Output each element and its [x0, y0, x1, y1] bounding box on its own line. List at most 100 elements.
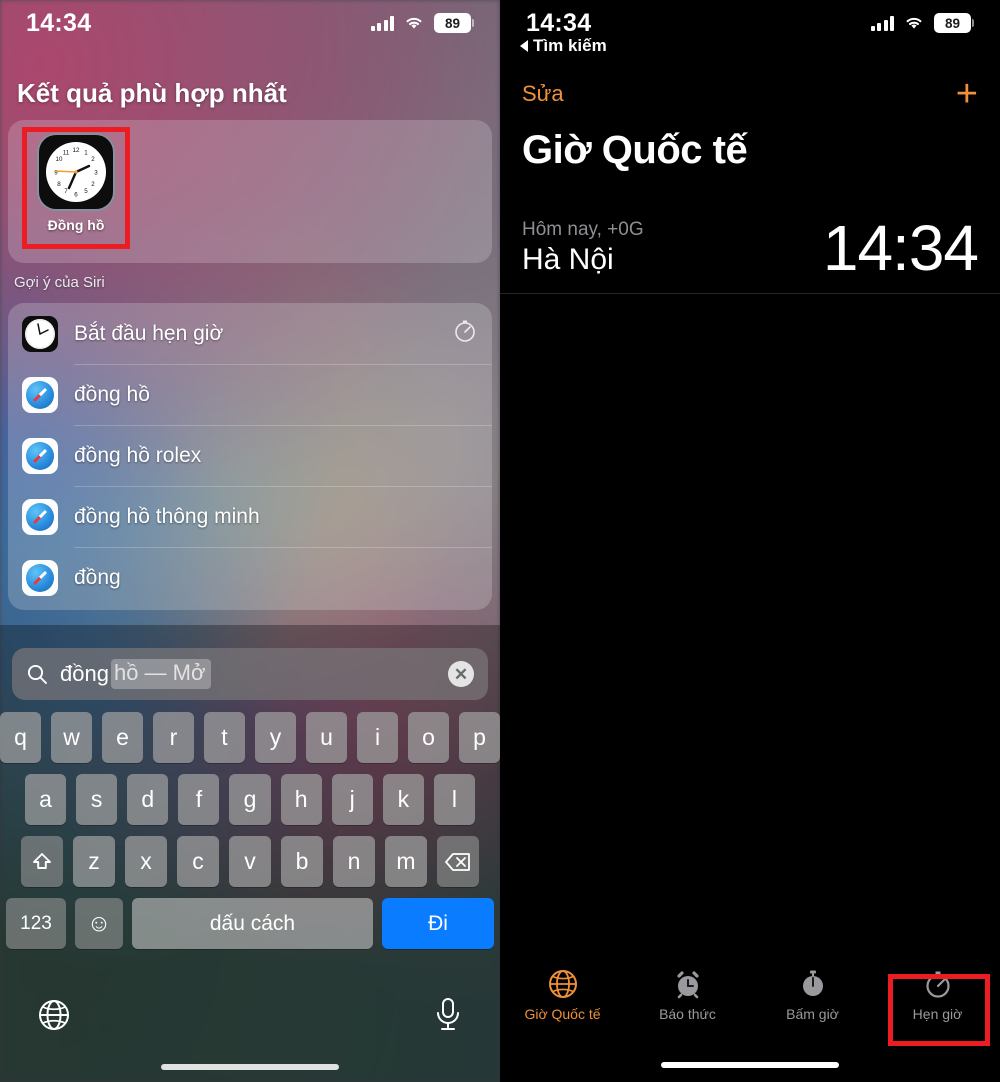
alarm-clock-icon: [676, 971, 699, 999]
siri-suggestions-card: Bắt đầu hẹn giờ đồng hồ đồng hồ rolex đồ…: [8, 303, 492, 610]
key-o[interactable]: o: [408, 712, 449, 763]
wifi-icon: [406, 17, 422, 29]
keyboard-bottom-bar: [0, 984, 500, 1082]
key-m[interactable]: m: [385, 836, 427, 887]
tab-label: Báo thức: [659, 1006, 716, 1022]
page-title: Giờ Quốc tế: [522, 128, 748, 172]
clock-row-time: 14:34: [822, 211, 979, 284]
shift-icon[interactable]: [21, 836, 63, 887]
key-v[interactable]: v: [229, 836, 271, 887]
clock-app-icon: [22, 315, 58, 352]
key-s[interactable]: s: [76, 774, 118, 825]
cellular-bars-icon: [370, 15, 394, 31]
search-input-value: đồng hồ — Mở: [60, 659, 212, 689]
keyboard-row-1: q w e r t y u i o p: [0, 712, 500, 763]
key-l[interactable]: l: [433, 774, 475, 825]
key-y[interactable]: y: [255, 712, 296, 763]
clock-navbar: Sửa +: [500, 72, 1000, 116]
search-icon: [27, 664, 47, 684]
status-bar-indicators: 89: [870, 13, 974, 33]
right-panel-clock-app: 14:34 89 Tìm kiếm Sửa + Giờ Quốc tế Hôm …: [500, 0, 1000, 1082]
key-w[interactable]: w: [51, 712, 92, 763]
list-item[interactable]: đồng hồ: [8, 364, 492, 425]
siri-suggestions-label: Gợi ý của Siri: [14, 274, 105, 291]
table-row[interactable]: Hôm nay, +0G Hà Nội 14:34: [500, 202, 1000, 294]
key-f[interactable]: f: [178, 774, 220, 825]
clock-row-info: Hôm nay, +0G Hà Nội: [522, 219, 644, 277]
battery-percent: 89: [934, 13, 971, 33]
onscreen-keyboard: q w e r t y u i o p a s d f g h j k l z …: [0, 712, 500, 982]
tab-alarm[interactable]: Báo thức: [625, 956, 750, 1034]
globe-icon: [548, 970, 577, 998]
list-item-label: đồng hồ thông minh: [74, 504, 260, 528]
highlight-box-clock-app: [22, 127, 130, 249]
emoji-icon[interactable]: ☺: [75, 898, 123, 949]
safari-icon: [22, 437, 58, 474]
key-u[interactable]: u: [306, 712, 347, 763]
status-bar-time: 14:34: [526, 8, 592, 37]
search-input[interactable]: đồng hồ — Mở ✕: [12, 648, 488, 700]
key-g[interactable]: g: [229, 774, 271, 825]
battery-indicator: 89: [934, 13, 974, 33]
microphone-icon[interactable]: [433, 996, 463, 1039]
key-b[interactable]: b: [281, 836, 323, 887]
space-key[interactable]: dấu cách: [132, 898, 373, 949]
key-p[interactable]: p: [459, 712, 500, 763]
battery-percent: 89: [434, 13, 471, 33]
key-c[interactable]: c: [177, 836, 219, 887]
home-indicator: [161, 1064, 339, 1070]
tab-world-clock[interactable]: Giờ Quốc tế: [500, 956, 625, 1034]
tab-label: Bấm giờ: [786, 1006, 839, 1022]
left-panel-spotlight-search: 14:34 89 Kết quả phù hợp nhất 12 1 2 3 2…: [0, 0, 500, 1082]
backspace-icon[interactable]: [437, 836, 479, 887]
keyboard-row-2: a s d f g h j k l: [0, 774, 500, 825]
key-t[interactable]: t: [204, 712, 245, 763]
stopwatch-icon: [802, 970, 823, 996]
key-k[interactable]: k: [382, 774, 424, 825]
search-typed-text: đồng: [60, 661, 109, 686]
list-item-label: đồng hồ: [74, 382, 150, 406]
keyboard-row-4: 123 ☺ dấu cách Đi: [0, 898, 500, 949]
tab-label: Giờ Quốc tế: [524, 1006, 601, 1022]
safari-icon: [22, 498, 58, 535]
go-key[interactable]: Đi: [382, 898, 494, 949]
search-completion-text: hồ — Mở: [110, 659, 212, 689]
list-item[interactable]: đồng hồ rolex: [8, 425, 492, 486]
key-r[interactable]: r: [153, 712, 194, 763]
key-i[interactable]: i: [357, 712, 398, 763]
chevron-left-icon: [520, 40, 528, 52]
home-indicator: [661, 1062, 839, 1068]
globe-icon[interactable]: [37, 998, 71, 1037]
safari-icon: [22, 376, 58, 413]
plus-icon[interactable]: +: [956, 75, 978, 113]
key-e[interactable]: e: [102, 712, 143, 763]
key-d[interactable]: d: [127, 774, 169, 825]
back-to-search-link[interactable]: Tìm kiếm: [520, 36, 607, 56]
tab-stopwatch[interactable]: Bấm giờ: [750, 956, 875, 1034]
numbers-key[interactable]: 123: [6, 898, 66, 949]
timer-icon: [452, 318, 478, 349]
status-bar: 14:34 89: [0, 0, 500, 46]
safari-icon: [22, 559, 58, 596]
keyboard-row-3: z x c v b n m: [0, 836, 500, 887]
clock-row-offset: Hôm nay, +0G: [522, 218, 644, 240]
key-q[interactable]: q: [0, 712, 41, 763]
edit-button[interactable]: Sửa: [522, 81, 564, 107]
key-x[interactable]: x: [125, 836, 167, 887]
list-item[interactable]: đồng: [8, 547, 492, 608]
battery-indicator: 89: [434, 13, 474, 33]
key-j[interactable]: j: [331, 774, 373, 825]
list-item[interactable]: Bắt đầu hẹn giờ: [8, 303, 492, 364]
list-item-label: đồng: [74, 565, 121, 589]
clear-circle-icon[interactable]: ✕: [448, 661, 474, 687]
key-h[interactable]: h: [280, 774, 322, 825]
list-item[interactable]: đồng hồ thông minh: [8, 486, 492, 547]
status-bar-time: 14:34: [26, 8, 92, 37]
section-title-top-hit: Kết quả phù hợp nhất: [17, 78, 287, 108]
key-z[interactable]: z: [73, 836, 115, 887]
key-n[interactable]: n: [333, 836, 375, 887]
key-a[interactable]: a: [25, 774, 67, 825]
highlight-box-timer-tab: [888, 974, 990, 1046]
cellular-bars-icon: [870, 15, 894, 31]
list-item-label: đồng hồ rolex: [74, 443, 202, 467]
